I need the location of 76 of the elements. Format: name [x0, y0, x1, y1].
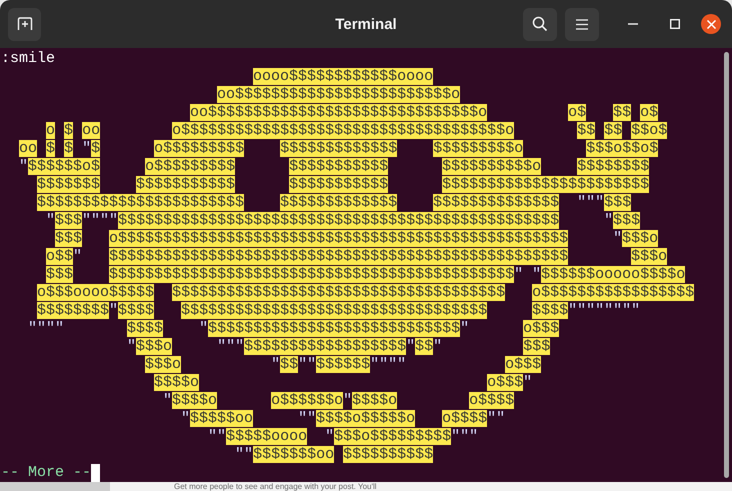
ascii-art-fragment: ""$$$$$oooo "$$$o$$$$$$$$$"""	[208, 428, 478, 445]
ascii-art-fragment: $$$$$$$	[37, 176, 100, 193]
ascii-art-fragment: $$ o$	[613, 104, 658, 121]
ascii-art-fragment: $$$o	[145, 356, 182, 373]
search-button[interactable]	[523, 8, 557, 40]
ascii-art-fragment: $$$$$$$$$$$$$$$$$$$$$$$$$$$$$$$$$$	[181, 302, 488, 319]
ascii-art-fragment: $$$	[55, 230, 82, 247]
ascii-art-fragment: o$$$"	[487, 374, 532, 391]
ascii-art-fragment: o$$$$$$o"$$$$o	[271, 392, 398, 409]
ascii-art-fragment: o$$$$$$$$$	[145, 158, 236, 175]
ascii-art-fragment: "$$$""""$$$$$$$$$$$$$$$$$$$$$$$$$$$$$$$$$$$$$$$$$$$$$$$$$	[46, 212, 560, 229]
ascii-art-fragment: ""$$$$$$$oo $$$$$$$$$$	[235, 446, 434, 463]
ascii-art-fragment: o$$$	[505, 356, 542, 373]
ascii-art-fragment: $$ $$ $$o$	[577, 122, 668, 139]
ascii-art-fragment: o$$"	[46, 248, 82, 265]
ascii-art-fragment: o$$$$$$$$$$$$$$$$$	[532, 284, 694, 301]
menu-icon	[576, 18, 588, 30]
ascii-art-fragment: oo $ $ "$	[19, 140, 100, 157]
ascii-art-fragment: "$$""$$$$$$""""	[271, 356, 406, 373]
ascii-art-fragment: $$$$$$$$$$$$$	[280, 194, 398, 211]
ascii-art-fragment: $$$o	[631, 248, 668, 265]
minimize-icon	[628, 23, 638, 25]
ascii-art-fragment: $$$$""""""""	[532, 302, 640, 319]
ascii-art-fragment: o$$$$$$$$$$$$$$$$$$$$$$$$$$$$$$$$$$$$o	[172, 122, 514, 139]
ascii-art-fragment: $$$$$$$$$$$$$	[280, 140, 398, 157]
ascii-art-fragment: $$$$$$$$$$$$$$$$$$$$$$$$$$$$$$$$$$$$$$$$$$$$$" "$$$$$$ooooo$$$$o	[109, 266, 686, 283]
pager-prompt: -- More --	[1, 464, 92, 482]
ascii-art-fragment: $$$$$$$$$$$$$$ """$$$	[433, 194, 632, 211]
menu-button[interactable]	[565, 8, 599, 40]
new-tab-icon	[16, 17, 32, 31]
close-icon	[706, 20, 716, 28]
ascii-art-fragment: $$$$$$$$$$$	[289, 158, 388, 175]
ascii-art-fragment: $$$$$$$$$$$$$$$$$$$$$$$	[442, 176, 650, 193]
window-title: Terminal	[334, 15, 398, 35]
text-cursor	[91, 464, 100, 482]
post-hint-text: Get more people to see and engage with your post. You'll	[174, 482, 377, 491]
ascii-art-fragment: $$$$$$$$$o	[433, 140, 524, 157]
ascii-art-fragment: $$$$$$$$$$$$$$$$$$$$$$$	[37, 194, 244, 211]
ascii-art-fragment: o$$$$""	[442, 410, 506, 427]
ascii-art-fragment: oo$$$$$$$$$$$$$$$$$$$$$$$$o	[217, 86, 460, 103]
ascii-art-fragment: """"	[28, 320, 64, 337]
ascii-art-fragment: o$$$$$$$$$$$$$$$$$$$$$$$$$$$$$$$$$$$$$$$$$$$$$$$$$$	[109, 230, 568, 247]
ascii-art-fragment: $$$$$$$$$$$	[136, 176, 236, 193]
ascii-art-fragment: $$$$$$$$$$$	[289, 176, 388, 193]
ascii-art-fragment: o$$$$	[469, 392, 514, 409]
new-tab-button[interactable]	[8, 8, 41, 40]
ascii-art-fragment: "$$$o	[127, 338, 172, 355]
maximize-icon	[670, 19, 680, 29]
ascii-art-fragment: o$$$$$$$$$	[154, 140, 244, 157]
ascii-art-fragment: $$$$	[127, 320, 164, 337]
ascii-art-fragment: $$$	[523, 338, 550, 355]
ascii-art-fragment: o $ oo	[46, 122, 100, 139]
ascii-art-fragment: "$$$$$oo	[181, 410, 254, 427]
ascii-art-fragment: oooo$$$$$$$$$$$$oooo	[253, 68, 434, 85]
ascii-art-fragment: $$$$$$$$	[577, 158, 650, 175]
ascii-art-fragment: "$$$$$$$$$$$$$$$$$$$$$$$$$$$$"	[199, 320, 470, 337]
ascii-art-fragment: "$$$$o	[163, 392, 218, 409]
ascii-art-fragment: $$$	[46, 266, 74, 283]
ascii-art-fragment: oo$$$$$$$$$$$$$$$$$$$$$$$$$$$$$$o	[190, 104, 488, 121]
ascii-art-fragment: "$$$$$$o$	[19, 158, 100, 175]
ascii-art-fragment: ""$$$$o$$$$$o	[298, 410, 416, 427]
ascii-art-fragment: "$$$o	[613, 230, 658, 247]
scrollbar[interactable]	[724, 52, 729, 478]
ascii-art-fragment: """$$$$$$$$$$$$$$$$$$"$$"	[217, 338, 442, 355]
command-line: :smile	[1, 50, 56, 68]
ascii-art-fragment: "$$$	[604, 212, 640, 229]
search-icon	[532, 16, 548, 32]
close-button[interactable]	[701, 14, 721, 34]
ascii-art-fragment: $$$$$$$$$$o	[442, 158, 542, 175]
ascii-art-fragment: $$$$o	[154, 374, 200, 391]
ascii-art-fragment: $$$$$$$$$$$$$$$$$$$$$$$$$$$$$$$$$$$$$$$$$$$$$$$$$$$	[109, 248, 568, 265]
ascii-art-fragment: $$$o$$o$	[586, 140, 658, 157]
ascii-art-fragment: o$	[568, 104, 586, 121]
ascii-art-fragment: o$$$	[523, 320, 560, 337]
ascii-art-fragment: $$$$$$$$"$$$$	[37, 302, 154, 319]
ascii-art-fragment: o$$$oooo$$$$$ $$$$$$$$$$$$$$$$$$$$$$$$$$$$$$$$$$$$$	[37, 284, 506, 301]
